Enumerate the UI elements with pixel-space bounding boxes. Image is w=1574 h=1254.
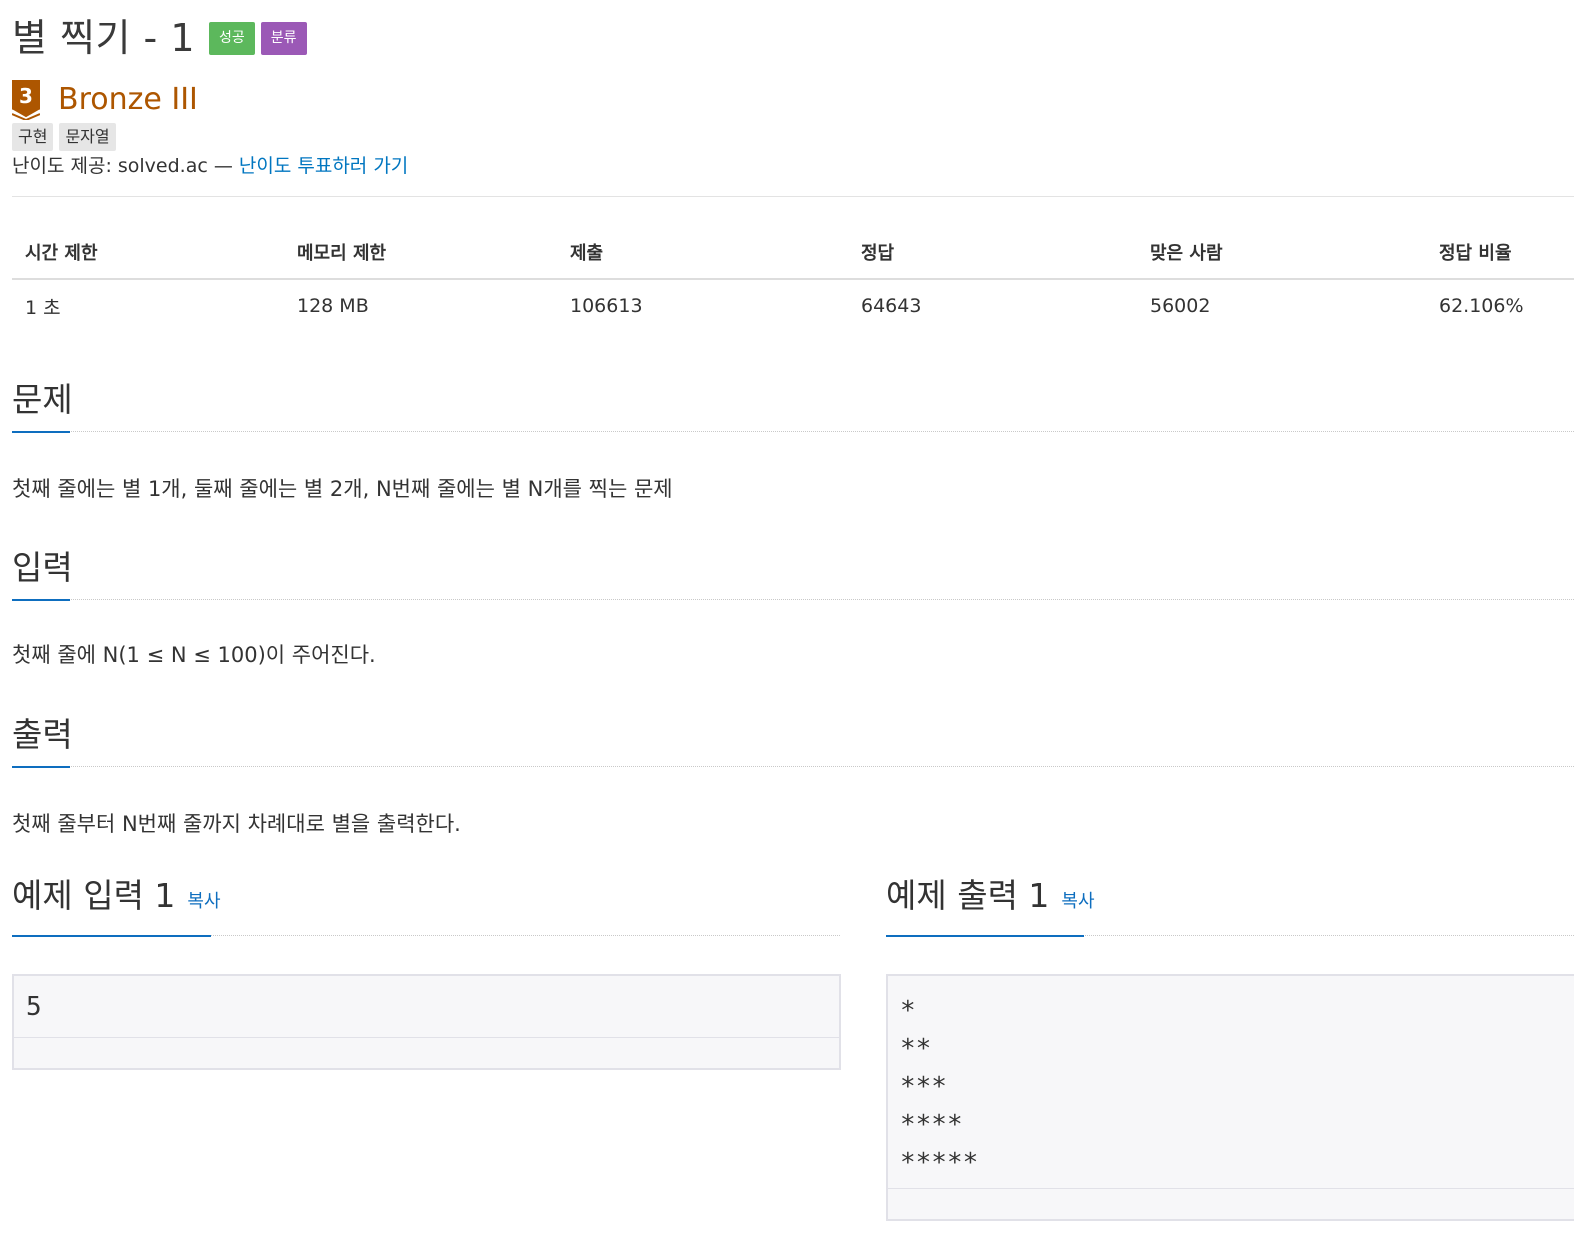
tier-name[interactable]: Bronze III [58, 82, 198, 118]
value-accepted[interactable]: 64643 [848, 295, 1137, 317]
problem-title-row: 별 찍기 - 1 성공 분류 [12, 12, 307, 64]
input-title: 입력 [12, 548, 73, 587]
sample-output-box[interactable]: * ** *** **** ***** [886, 974, 1574, 1221]
info-table-header: 시간 제한 메모리 제한 제출 정답 맞은 사람 정답 비율 [12, 226, 1574, 280]
value-submissions[interactable]: 106613 [557, 295, 848, 317]
header-divider [12, 196, 1574, 197]
sample-input-title-wrap: 예제 입력 1 복사 [12, 876, 221, 922]
output-headline: 출력 [12, 711, 1574, 768]
value-accept-ratio: 62.106% [1439, 295, 1524, 317]
problem-info-table: 시간 제한 메모리 제한 제출 정답 맞은 사람 정답 비율 1 초 128 M… [12, 226, 1574, 332]
description-text: 첫째 줄에는 별 1개, 둘째 줄에는 별 2개, N번째 줄에는 별 N개를 … [12, 477, 673, 501]
category-badge[interactable]: 분류 [260, 21, 307, 55]
value-time-limit: 1 초 [25, 296, 61, 319]
sample-input-title: 예제 입력 1 [12, 876, 176, 915]
bronze-tier-icon: 3 [12, 80, 40, 120]
sample-output-line: ***** [900, 1148, 979, 1178]
value-solvers[interactable]: 56002 [1137, 295, 1426, 317]
sample-output-title: 예제 출력 1 [886, 876, 1050, 915]
sample-output-line: *** [900, 1072, 947, 1102]
description-section: 문제 첫째 줄에는 별 1개, 둘째 줄에는 별 2개, N번째 줄에는 별 N… [12, 376, 1574, 504]
sample-accent-underline [886, 935, 1084, 937]
output-text: 첫째 줄부터 N번째 줄까지 차례대로 별을 출력한다. [12, 812, 461, 836]
input-headline: 입력 [12, 544, 1574, 601]
header-accepted: 정답 [861, 243, 895, 264]
sample-input-line: 5 [26, 992, 42, 1022]
section-accent-underline [12, 766, 70, 768]
difficulty-provider: 난이도 제공: solved.ac — 난이도 투표하러 가기 [12, 153, 408, 179]
value-memory-limit: 128 MB [297, 295, 369, 317]
tier-row: 3 Bronze III [12, 80, 198, 120]
copy-input-button[interactable]: 복사 [187, 891, 220, 912]
sample-output-block: 예제 출력 1 복사 * ** *** **** ***** [886, 866, 1574, 1226]
sample-output-line: * [900, 996, 916, 1026]
algorithm-tags: 구현 문자열 [12, 123, 122, 151]
info-table-row: 1 초 128 MB 106613 64643 56002 62.106% [12, 280, 1574, 332]
success-badge[interactable]: 성공 [209, 21, 255, 55]
section-accent-underline [12, 431, 70, 433]
provider-text: 난이도 제공: solved.ac — [12, 155, 239, 177]
sample-accent-underline [12, 935, 211, 937]
section-accent-underline [12, 599, 70, 601]
input-section: 입력 첫째 줄에 N(1 ≤ N ≤ 100)이 주어진다. [12, 544, 1574, 670]
sample-output-content: * ** *** **** ***** [888, 976, 1574, 1196]
sample-input-content: 5 [14, 976, 839, 1040]
sample-input-footer [14, 1037, 839, 1068]
sample-input-block: 예제 입력 1 복사 5 [12, 866, 841, 1076]
tag-implementation[interactable]: 구현 [12, 123, 54, 151]
sample-input-headline: 예제 입력 1 복사 [12, 866, 840, 937]
header-submissions: 제출 [570, 243, 604, 264]
input-text: 첫째 줄에 N(1 ≤ N ≤ 100)이 주어진다. [12, 643, 376, 667]
tier-number: 3 [19, 84, 33, 108]
output-section: 출력 첫째 줄부터 N번째 줄까지 차례대로 별을 출력한다. [12, 711, 1574, 839]
header-accept-ratio: 정답 비율 [1439, 243, 1512, 264]
section-dotted-rule [12, 766, 1574, 767]
sample-input-box[interactable]: 5 [12, 974, 841, 1070]
sample-output-footer [888, 1188, 1574, 1219]
tag-string[interactable]: 문자열 [59, 123, 116, 151]
sample-output-line: **** [900, 1110, 963, 1140]
output-title: 출력 [12, 715, 73, 754]
sample-output-title-wrap: 예제 출력 1 복사 [886, 876, 1095, 922]
difficulty-vote-link[interactable]: 난이도 투표하러 가기 [239, 155, 408, 177]
description-headline: 문제 [12, 376, 1574, 433]
copy-output-button[interactable]: 복사 [1061, 891, 1094, 912]
header-solvers: 맞은 사람 [1150, 243, 1223, 264]
sample-output-line: ** [900, 1034, 932, 1064]
description-title: 문제 [12, 380, 73, 419]
problem-title: 별 찍기 - 1 [12, 16, 196, 60]
header-memory-limit: 메모리 제한 [297, 243, 387, 264]
section-dotted-rule [12, 431, 1574, 432]
header-time-limit: 시간 제한 [25, 243, 98, 264]
section-dotted-rule [12, 599, 1574, 600]
sample-output-headline: 예제 출력 1 복사 [886, 866, 1574, 937]
